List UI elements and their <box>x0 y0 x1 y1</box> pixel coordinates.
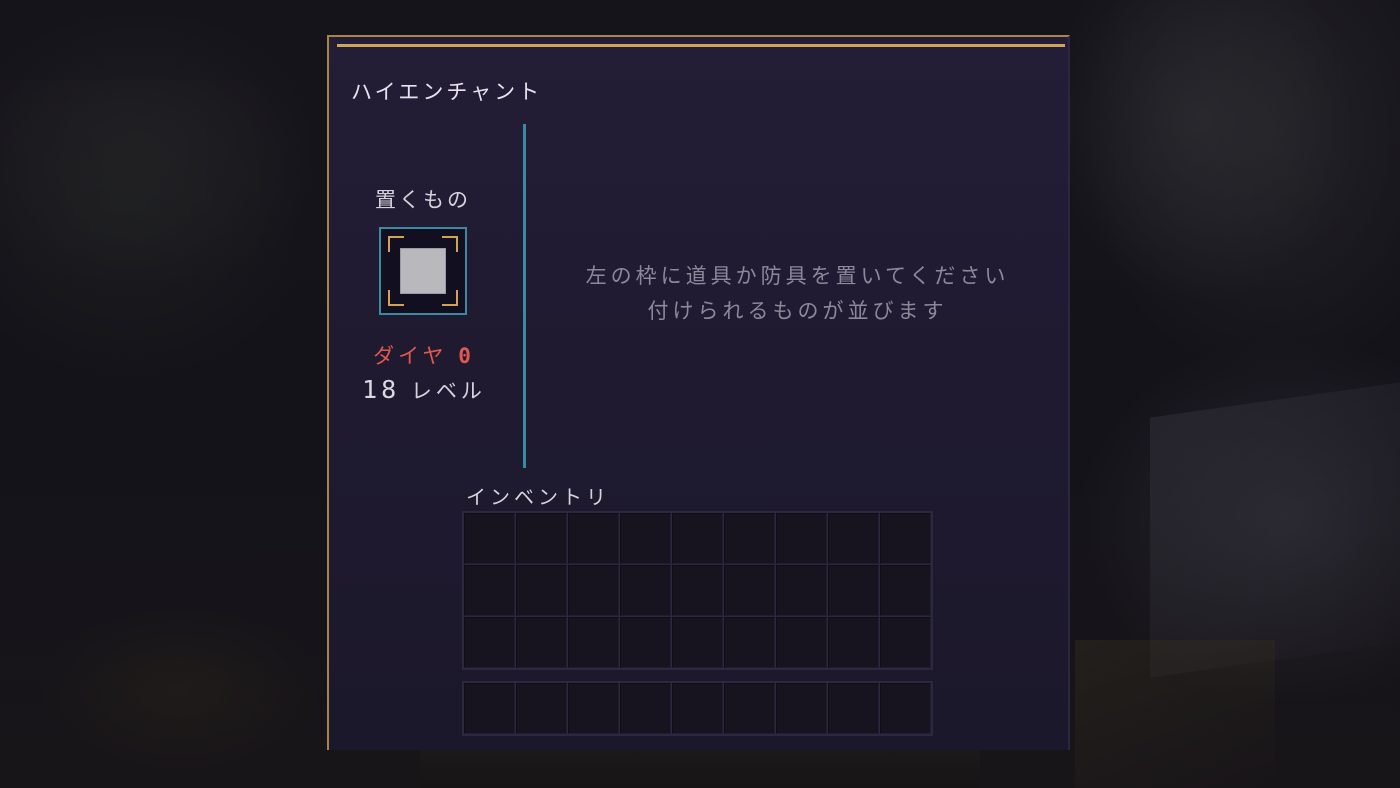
inventory-slot[interactable] <box>516 617 567 668</box>
inventory-slot[interactable] <box>568 565 619 616</box>
inventory-slot[interactable] <box>464 513 515 564</box>
inventory-grid <box>462 511 933 670</box>
inventory-label: インベントリ <box>466 485 610 509</box>
inventory-slot[interactable] <box>568 617 619 668</box>
item-input-slot[interactable] <box>379 227 467 315</box>
inventory-slot[interactable] <box>776 565 827 616</box>
inventory-slot[interactable] <box>828 565 879 616</box>
inventory-slot[interactable] <box>672 617 723 668</box>
diamond-cost-label: ダイヤ <box>373 344 448 368</box>
inventory-slot[interactable] <box>464 617 515 668</box>
inventory-slot[interactable] <box>828 617 879 668</box>
hotbar-grid <box>462 681 933 736</box>
level-cost: 18 レベル <box>329 375 519 405</box>
inventory-slot[interactable] <box>620 565 671 616</box>
enchant-hint: 左の枠に道具か防具を置いてください 付けられるものが並びます <box>525 259 1070 329</box>
background-sand-patch <box>1075 640 1275 788</box>
hotbar-slot[interactable] <box>464 683 515 734</box>
enchant-hint-line: 付けられるものが並びます <box>647 299 948 323</box>
inventory-slot[interactable] <box>724 513 775 564</box>
enchant-hint-line: 左の枠に道具か防具を置いてください <box>585 264 1010 288</box>
inventory-slot[interactable] <box>880 617 931 668</box>
hotbar-slot[interactable] <box>568 683 619 734</box>
hotbar-slot[interactable] <box>828 683 879 734</box>
inventory-slot[interactable] <box>828 513 879 564</box>
inventory-slot[interactable] <box>724 617 775 668</box>
diamond-cost-value: 0 <box>458 344 475 368</box>
inventory-slot[interactable] <box>724 565 775 616</box>
inventory-slot[interactable] <box>880 565 931 616</box>
inventory-slot[interactable] <box>620 617 671 668</box>
hotbar-slot[interactable] <box>724 683 775 734</box>
background-ground <box>420 750 980 788</box>
game-scene: ハイエンチャント 置くもの ダイヤ 0 18 レベル 左の枠に道具か防具を置いて… <box>0 0 1400 788</box>
inventory-slot[interactable] <box>672 565 723 616</box>
inventory-slot[interactable] <box>880 513 931 564</box>
background-foliage <box>0 80 320 380</box>
inventory-slot[interactable] <box>516 513 567 564</box>
inventory-slot[interactable] <box>516 565 567 616</box>
empty-item-slot-icon <box>400 248 446 294</box>
inventory-slot[interactable] <box>620 513 671 564</box>
enchant-panel: ハイエンチャント 置くもの ダイヤ 0 18 レベル 左の枠に道具か防具を置いて… <box>327 35 1070 750</box>
hotbar-slot[interactable] <box>516 683 567 734</box>
inventory-slot[interactable] <box>776 513 827 564</box>
inventory-slot[interactable] <box>568 513 619 564</box>
background-stone-block <box>1150 382 1400 678</box>
panel-top-accent <box>337 44 1065 47</box>
level-cost-value: 18 <box>362 375 401 404</box>
level-cost-label: レベル <box>410 379 486 403</box>
panel-title: ハイエンチャント <box>351 80 543 104</box>
inventory-slot[interactable] <box>672 513 723 564</box>
item-slot-label: 置くもの <box>375 188 471 212</box>
hotbar-slot[interactable] <box>620 683 671 734</box>
hotbar-slot[interactable] <box>776 683 827 734</box>
diamond-cost: ダイヤ 0 <box>329 340 519 370</box>
inventory-slot[interactable] <box>464 565 515 616</box>
hotbar-slot[interactable] <box>880 683 931 734</box>
inventory-slot[interactable] <box>776 617 827 668</box>
hotbar-slot[interactable] <box>672 683 723 734</box>
background-tree <box>1080 0 1400 380</box>
